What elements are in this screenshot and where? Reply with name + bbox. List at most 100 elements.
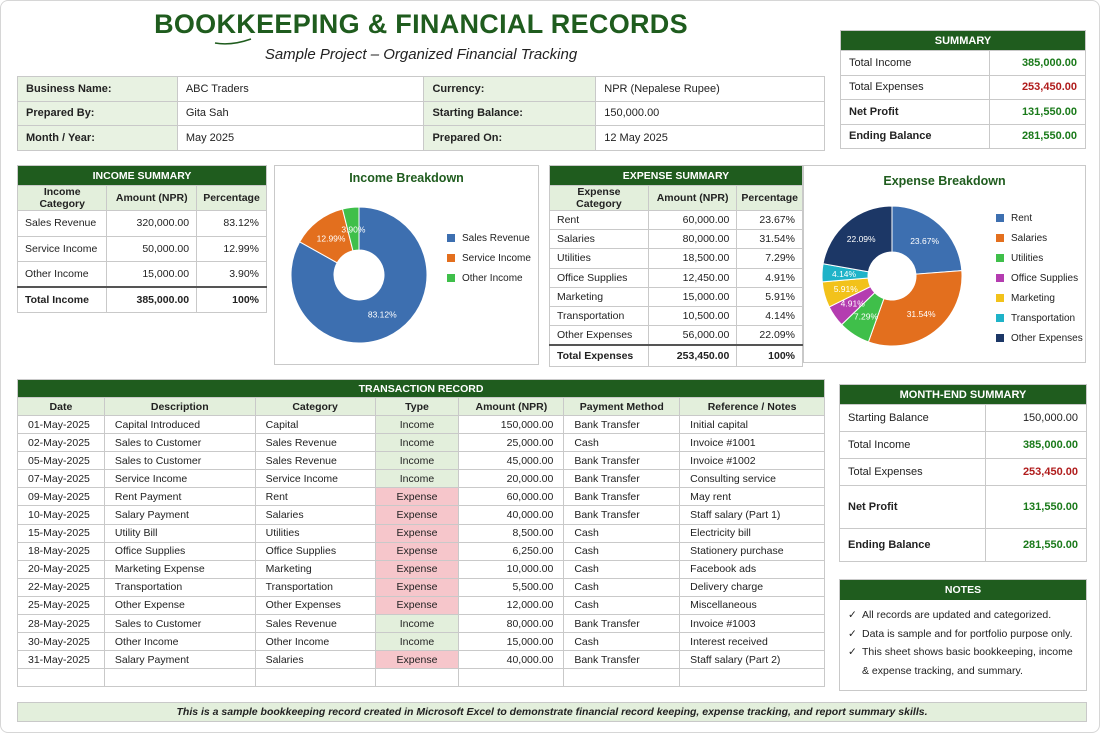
cell[interactable]: Consulting service — [679, 469, 825, 489]
cell[interactable]: Bank Transfer — [563, 614, 681, 634]
cell[interactable]: 12,450.00 — [647, 267, 738, 288]
cell[interactable]: Income — [374, 414, 460, 435]
cell[interactable]: Expense — [374, 595, 460, 616]
cell[interactable]: Bank Transfer — [563, 487, 681, 507]
cell[interactable]: Sales Revenue — [254, 433, 376, 453]
cell[interactable]: Office Supplies — [549, 267, 649, 288]
cell[interactable]: 40,000.00 — [458, 650, 565, 670]
cell[interactable]: Staff salary (Part 1) — [679, 505, 825, 525]
cell[interactable]: Office Supplies — [254, 541, 376, 561]
month-end-value[interactable]: 281,550.00 — [985, 528, 1087, 562]
cell[interactable]: Total Expenses — [549, 344, 649, 368]
cell[interactable]: 320,000.00 — [106, 210, 198, 237]
cell[interactable]: Sales to Customer — [103, 433, 256, 453]
cell[interactable]: 28-May-2025 — [17, 614, 105, 634]
info-value[interactable]: NPR (Nepalese Rupee) — [595, 76, 825, 102]
summary-value[interactable]: 281,550.00 — [989, 123, 1086, 149]
cell[interactable]: Income — [374, 614, 460, 634]
cell[interactable]: Office Supplies — [103, 541, 256, 561]
cell[interactable]: Miscellaneous — [679, 595, 825, 616]
cell[interactable]: 18,500.00 — [647, 248, 738, 269]
cell[interactable]: Rent — [254, 487, 376, 507]
cell[interactable]: Bank Transfer — [563, 505, 681, 525]
cell[interactable]: Income — [374, 632, 460, 652]
cell[interactable] — [679, 668, 825, 688]
cell[interactable]: 7.29% — [736, 248, 803, 269]
cell[interactable]: Sales to Customer — [103, 451, 256, 471]
cell[interactable]: Marketing Expense — [103, 559, 256, 579]
cell[interactable]: 56,000.00 — [647, 325, 738, 346]
cell[interactable]: Invoice #1002 — [679, 451, 825, 471]
cell[interactable]: Salaries — [549, 229, 649, 250]
cell[interactable]: 50,000.00 — [106, 235, 198, 262]
cell[interactable]: 12,000.00 — [458, 595, 565, 616]
cell[interactable]: Cash — [563, 595, 681, 616]
cell[interactable]: Other Income — [103, 632, 256, 652]
cell[interactable]: Utilities — [549, 248, 649, 269]
cell[interactable]: 15,000.00 — [647, 286, 738, 307]
cell[interactable]: Sales Revenue — [16, 210, 108, 237]
cell[interactable]: Bank Transfer — [563, 650, 681, 670]
cell[interactable]: Salary Payment — [103, 505, 256, 525]
cell[interactable]: Other Income — [254, 632, 376, 652]
cell[interactable]: Cash — [563, 433, 681, 453]
cell[interactable]: 18-May-2025 — [17, 541, 105, 561]
cell[interactable] — [563, 668, 681, 688]
cell[interactable]: Marketing — [549, 286, 649, 307]
cell[interactable]: 25-May-2025 — [17, 595, 105, 616]
cell[interactable]: Salaries — [254, 505, 376, 525]
cell[interactable]: Income — [374, 451, 460, 471]
cell[interactable] — [103, 668, 256, 688]
cell[interactable]: Service Income — [16, 235, 108, 262]
cell[interactable]: Income — [374, 433, 460, 453]
cell[interactable]: 150,000.00 — [458, 414, 565, 435]
cell[interactable]: 60,000.00 — [647, 209, 738, 231]
cell[interactable]: 22-May-2025 — [17, 577, 105, 597]
cell[interactable]: Cash — [563, 577, 681, 597]
cell[interactable]: Expense — [374, 559, 460, 579]
cell[interactable]: 5.91% — [736, 286, 803, 307]
cell[interactable]: Capital Introduced — [103, 414, 256, 435]
cell[interactable]: Expense — [374, 523, 460, 543]
info-value[interactable]: 150,000.00 — [595, 100, 825, 126]
cell[interactable]: 4.14% — [736, 305, 803, 327]
summary-value[interactable]: 385,000.00 — [989, 50, 1086, 76]
cell[interactable]: Salaries — [254, 650, 376, 670]
info-value[interactable]: ABC Traders — [176, 76, 425, 102]
cell[interactable]: Bank Transfer — [563, 451, 681, 471]
cell[interactable]: 25,000.00 — [458, 433, 565, 453]
cell[interactable]: Transportation — [254, 577, 376, 597]
cell[interactable]: 100% — [736, 344, 803, 368]
cell[interactable]: 31-May-2025 — [17, 650, 105, 670]
cell[interactable]: Staff salary (Part 2) — [679, 650, 825, 670]
cell[interactable]: Income — [374, 469, 460, 489]
cell[interactable]: 6,250.00 — [458, 541, 565, 561]
cell[interactable]: Other Income — [16, 261, 108, 288]
cell[interactable]: Interest received — [679, 632, 825, 652]
cell[interactable]: 80,000.00 — [458, 614, 565, 634]
cell[interactable]: 02-May-2025 — [17, 433, 105, 453]
summary-value[interactable]: 253,450.00 — [989, 74, 1086, 100]
cell[interactable]: 15,000.00 — [458, 632, 565, 652]
cell[interactable]: Rent — [549, 209, 649, 231]
cell[interactable]: Total Income — [16, 286, 108, 313]
cell[interactable]: 83.12% — [196, 210, 267, 237]
info-value[interactable]: 12 May 2025 — [595, 125, 825, 151]
info-value[interactable]: Gita Sah — [176, 100, 425, 126]
cell[interactable]: Expense — [374, 650, 460, 670]
cell[interactable]: Other Expenses — [549, 325, 649, 346]
cell[interactable]: 40,000.00 — [458, 505, 565, 525]
cell[interactable] — [254, 668, 376, 688]
cell[interactable]: Cash — [563, 523, 681, 543]
cell[interactable]: Utility Bill — [103, 523, 256, 543]
cell[interactable]: 01-May-2025 — [17, 414, 105, 435]
cell[interactable]: Cash — [563, 632, 681, 652]
cell[interactable]: 8,500.00 — [458, 523, 565, 543]
cell[interactable]: Cash — [563, 559, 681, 579]
cell[interactable]: Sales Revenue — [254, 451, 376, 471]
summary-value[interactable]: 131,550.00 — [989, 99, 1086, 125]
cell[interactable]: 10,000.00 — [458, 559, 565, 579]
cell[interactable]: Bank Transfer — [563, 414, 681, 435]
cell[interactable]: Utilities — [254, 523, 376, 543]
cell[interactable]: 20,000.00 — [458, 469, 565, 489]
